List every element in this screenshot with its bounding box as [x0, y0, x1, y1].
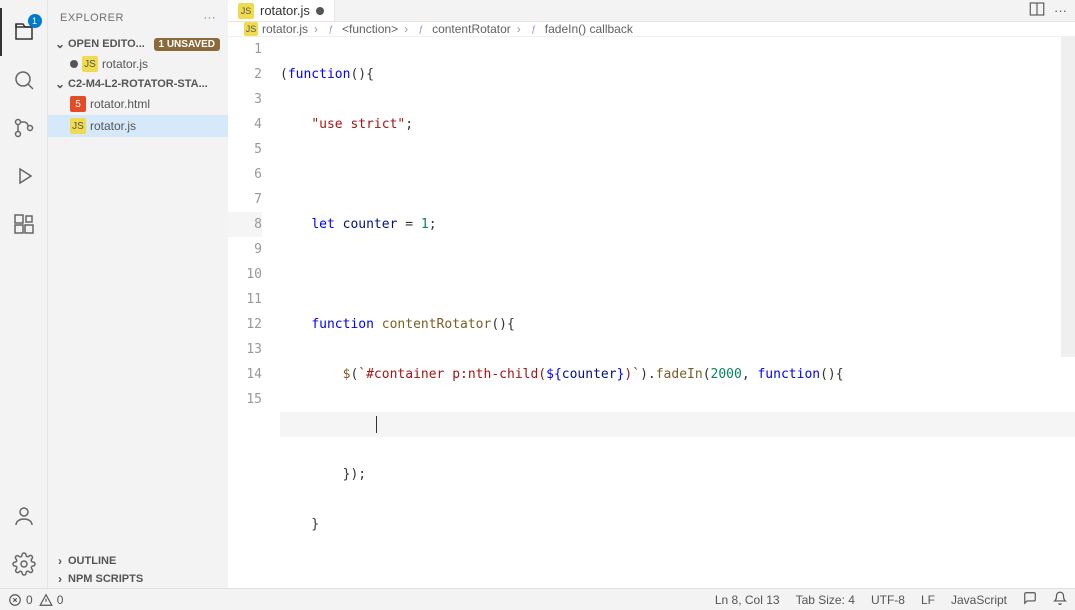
- outline-section[interactable]: › OUTLINE: [48, 552, 228, 570]
- status-language[interactable]: JavaScript: [951, 593, 1007, 607]
- dirty-indicator-icon: [70, 60, 78, 68]
- line-gutter: 1 2 3 4 5 6 7 8 9 10 11 12 13 14 15: [228, 37, 280, 588]
- status-tab-size[interactable]: Tab Size: 4: [796, 593, 855, 607]
- chevron-down-icon: ⌄: [52, 37, 68, 51]
- editor-more-icon[interactable]: ···: [1054, 3, 1067, 18]
- sidebar-more-icon[interactable]: ···: [204, 12, 217, 24]
- chevron-right-icon: ›: [517, 22, 521, 36]
- status-encoding[interactable]: UTF-8: [871, 593, 905, 607]
- open-editor-item[interactable]: JS rotator.js: [48, 53, 228, 75]
- status-cursor-position[interactable]: Ln 8, Col 13: [715, 593, 780, 607]
- breadcrumbs[interactable]: JS rotator.js › ƒ <function> › ƒ content…: [228, 22, 1075, 37]
- search-icon[interactable]: [0, 56, 48, 104]
- explorer-badge: 1: [28, 14, 42, 28]
- js-file-icon: JS: [244, 22, 258, 36]
- account-icon[interactable]: [0, 492, 48, 540]
- breadcrumb-item[interactable]: ƒ <function>: [324, 22, 398, 36]
- status-warnings[interactable]: 0: [39, 593, 64, 607]
- extensions-icon[interactable]: [0, 200, 48, 248]
- unsaved-badge: 1 UNSAVED: [154, 38, 221, 51]
- minimap-scrollbar[interactable]: [1061, 37, 1075, 357]
- code-content[interactable]: (function(){ "use strict"; let counter =…: [280, 37, 1075, 588]
- folder-label: C2-M4-L2-ROTATOR-STA...: [68, 78, 208, 90]
- file-name: rotator.html: [90, 97, 150, 111]
- sidebar-title: EXPLORER ···: [48, 0, 228, 35]
- file-item-js[interactable]: JS rotator.js: [48, 115, 228, 137]
- function-icon: ƒ: [527, 22, 541, 36]
- settings-icon[interactable]: [0, 540, 48, 588]
- npm-scripts-section[interactable]: › NPM SCRIPTS: [48, 570, 228, 588]
- tab-bar: JS rotator.js ···: [228, 0, 1075, 22]
- folder-section[interactable]: ⌄ C2-M4-L2-ROTATOR-STA...: [48, 75, 228, 93]
- breadcrumb-item[interactable]: ƒ contentRotator: [414, 22, 511, 36]
- open-editors-label: OPEN EDITO...: [68, 38, 145, 50]
- outline-label: OUTLINE: [68, 555, 116, 567]
- activity-bar: 1: [0, 0, 48, 588]
- breadcrumb-item[interactable]: ƒ fadeIn() callback: [527, 22, 633, 36]
- dirty-indicator-icon: [316, 7, 324, 15]
- text-cursor: [376, 416, 377, 433]
- sidebar: EXPLORER ··· ⌄ OPEN EDITO... 1 UNSAVED J…: [48, 0, 228, 588]
- chevron-right-icon: ›: [52, 572, 68, 586]
- function-icon: ƒ: [414, 22, 428, 36]
- source-control-icon[interactable]: [0, 104, 48, 152]
- open-editors-section[interactable]: ⌄ OPEN EDITO... 1 UNSAVED: [48, 35, 228, 53]
- feedback-icon[interactable]: [1023, 591, 1037, 608]
- debug-icon[interactable]: [0, 152, 48, 200]
- js-file-icon: JS: [82, 56, 98, 72]
- file-item-html[interactable]: 5 rotator.html: [48, 93, 228, 115]
- tab-filename: rotator.js: [260, 3, 310, 18]
- notifications-icon[interactable]: [1053, 591, 1067, 608]
- js-file-icon: JS: [70, 118, 86, 134]
- function-icon: ƒ: [324, 22, 338, 36]
- code-editor[interactable]: 1 2 3 4 5 6 7 8 9 10 11 12 13 14 15 (fun…: [228, 37, 1075, 588]
- split-editor-icon[interactable]: [1028, 0, 1046, 21]
- status-bar: 0 0 Ln 8, Col 13 Tab Size: 4 UTF-8 LF Ja…: [0, 588, 1075, 610]
- file-name: rotator.js: [102, 57, 148, 71]
- chevron-right-icon: ›: [314, 22, 318, 36]
- status-errors[interactable]: 0: [8, 593, 33, 607]
- breadcrumb-item[interactable]: JS rotator.js: [244, 22, 308, 36]
- chevron-right-icon: ›: [404, 22, 408, 36]
- explorer-icon[interactable]: 1: [0, 8, 48, 56]
- chevron-down-icon: ⌄: [52, 77, 68, 91]
- editor-tab[interactable]: JS rotator.js: [228, 0, 335, 21]
- html-file-icon: 5: [70, 96, 86, 112]
- editor-area: JS rotator.js ··· JS rotator.js › ƒ <fun…: [228, 0, 1075, 588]
- chevron-right-icon: ›: [52, 554, 68, 568]
- file-name: rotator.js: [90, 119, 136, 133]
- js-file-icon: JS: [238, 3, 254, 19]
- status-eol[interactable]: LF: [921, 593, 935, 607]
- npm-label: NPM SCRIPTS: [68, 573, 143, 585]
